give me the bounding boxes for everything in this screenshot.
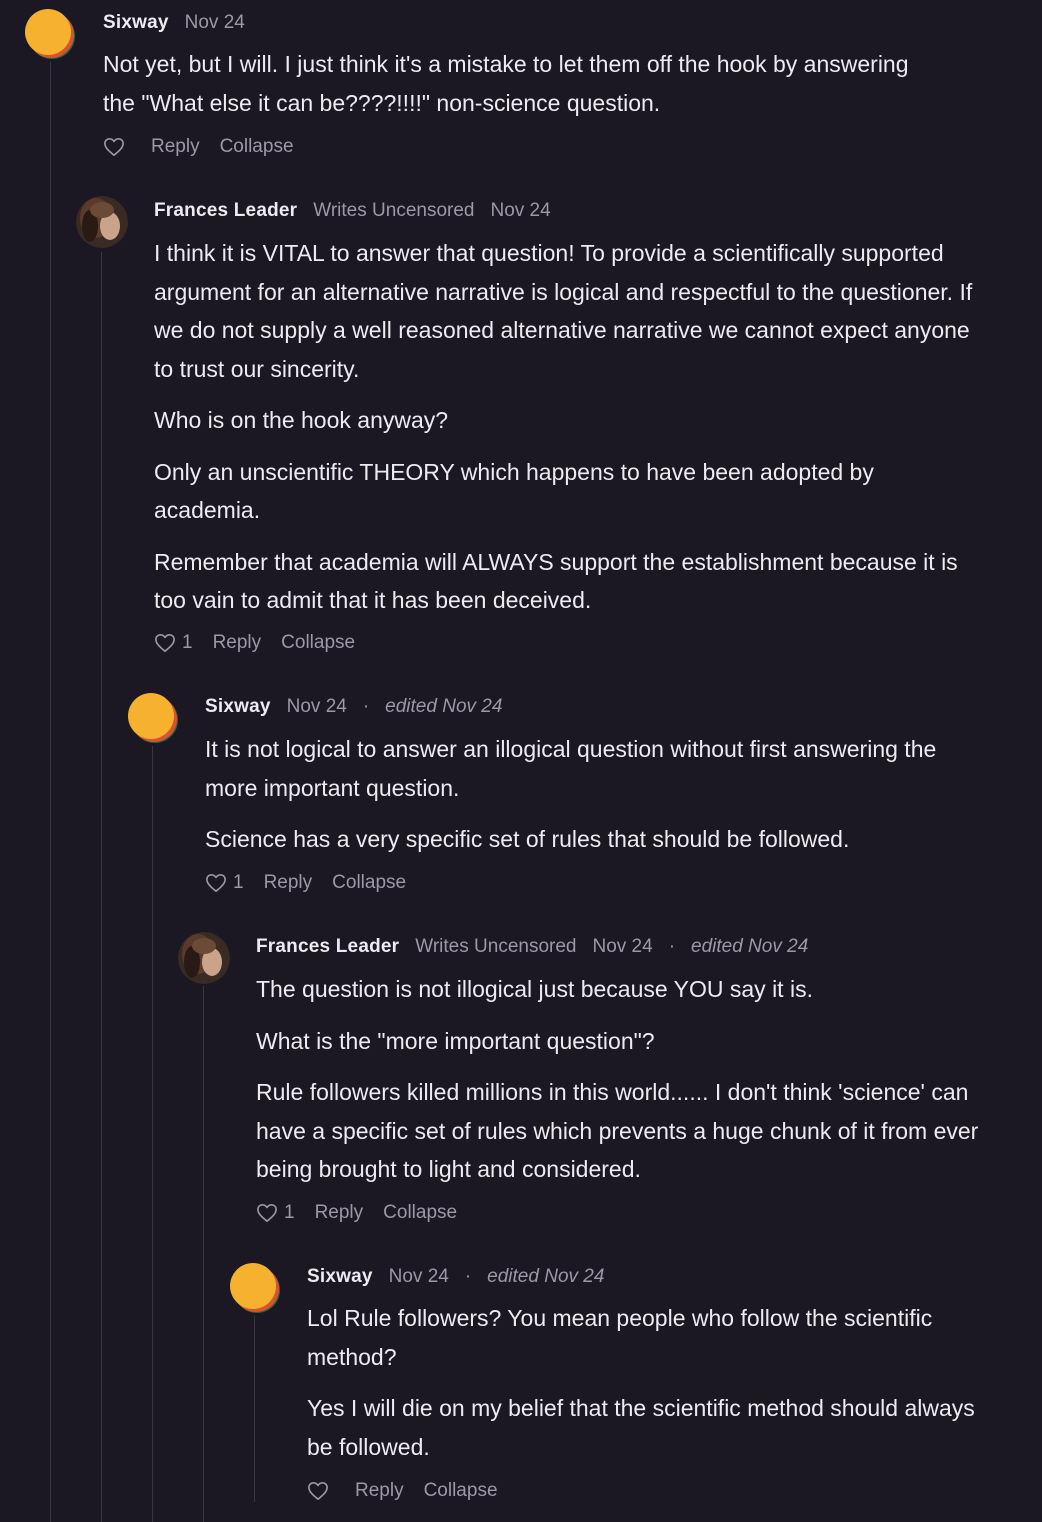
comment-body: I think it is VITAL to answer that quest… [154,234,984,633]
comment-paragraph: The question is not illogical just becau… [256,976,813,1002]
comment-paragraph: Only an unscientific THEORY which happen… [154,458,874,524]
like-heart-icon[interactable] [103,137,125,157]
author-name[interactable]: Sixway [103,12,169,33]
like-count: 1 [233,872,244,893]
thread-line[interactable] [254,1316,255,1502]
avatar[interactable] [127,692,179,744]
comment-actions: Reply Collapse [103,135,294,159]
collapse-button[interactable]: Collapse [383,1201,457,1225]
comment-body: Not yet, but I will. I just think it's a… [103,45,933,135]
comment-actions: Reply Collapse [307,1479,498,1503]
edited-label: edited Nov 24 [487,1266,605,1287]
author-name[interactable]: Frances Leader [256,936,399,957]
comment-paragraph: What is the "more important question"? [256,1027,655,1054]
comment-date[interactable]: Nov 24 [490,200,550,221]
photo-avatar-icon [178,932,230,984]
comment-paragraph: I think it is VITAL to answer that quest… [154,240,973,382]
collapse-button[interactable]: Collapse [220,135,294,159]
comment-date[interactable]: Nov 24 [185,12,245,33]
comment-actions: 1 Reply Collapse [256,1201,457,1225]
like-heart-icon[interactable] [256,1203,278,1223]
author-badge[interactable]: Writes Uncensored [415,936,576,957]
comment-paragraph: It is not logical to answer an illogical… [205,736,937,801]
avatar[interactable] [24,8,76,60]
separator-dot: · [362,696,370,717]
thread-line[interactable] [152,746,153,1522]
avatar[interactable] [178,932,230,984]
avatar[interactable] [76,196,128,248]
comment-actions: 1 Reply Collapse [154,631,355,655]
author-name[interactable]: Sixway [205,696,271,717]
separator-dot: · [464,1266,472,1287]
orange-circle-avatar-icon [24,8,76,60]
comment-header: Sixway Nov 24 [103,11,245,35]
reply-button[interactable]: Reply [315,1201,364,1225]
comment-date[interactable]: Nov 24 [592,936,652,957]
reply-button[interactable]: Reply [355,1479,404,1503]
collapse-button[interactable]: Collapse [281,631,355,655]
thread-line[interactable] [203,986,204,1522]
comment-paragraph: Science has a very specific set of rules… [205,826,850,852]
comment-header: Sixway Nov 24 · edited Nov 24 [307,1265,604,1289]
comment-header: Frances Leader Writes Uncensored Nov 24 [154,199,551,223]
thread-line[interactable] [101,252,102,1522]
reply-button[interactable]: Reply [264,871,313,895]
edited-label: edited Nov 24 [385,696,503,717]
comment-paragraph: Lol Rule followers? You mean people who … [307,1305,933,1370]
reply-button[interactable]: Reply [151,135,200,159]
author-name[interactable]: Sixway [307,1266,373,1287]
comment-thread: Sixway Nov 24 Not yet, but I will. I just… [0,0,1042,1522]
author-name[interactable]: Frances Leader [154,200,297,221]
orange-circle-avatar-icon [127,692,179,744]
avatar[interactable] [229,1262,281,1314]
author-badge[interactable]: Writes Uncensored [313,200,474,221]
comment-paragraph: Yes I will die on my belief that the sci… [307,1395,975,1460]
comment-body: Lol Rule followers? You mean people who … [307,1299,997,1479]
reply-button[interactable]: Reply [213,631,262,655]
like-heart-icon[interactable] [205,873,227,893]
comment-paragraph: Remember that academia will ALWAYS suppo… [154,548,958,614]
photo-avatar-icon [76,196,128,248]
edited-label: edited Nov 24 [691,936,809,957]
comment-body: It is not logical to answer an illogical… [205,730,985,872]
comment-paragraph: Who is on the hook anyway? [154,407,449,433]
like-count: 1 [182,632,193,653]
comment-date[interactable]: Nov 24 [287,696,347,717]
comment-date[interactable]: Nov 24 [389,1266,449,1287]
comment-body: The question is not illogical just becau… [256,970,986,1202]
collapse-button[interactable]: Collapse [424,1479,498,1503]
collapse-button[interactable]: Collapse [332,871,406,895]
comment-paragraph: Rule followers killed millions in this w… [256,1079,979,1182]
like-count: 1 [284,1202,295,1223]
separator-dot: · [668,936,676,957]
orange-circle-avatar-icon [229,1262,281,1314]
comment-paragraph: Not yet, but I will. I just think it's a… [103,51,909,116]
like-heart-icon[interactable] [307,1481,329,1501]
thread-line[interactable] [50,62,51,1522]
comment-header: Sixway Nov 24 · edited Nov 24 [205,695,502,719]
comment-header: Frances Leader Writes Uncensored Nov 24 · ed… [256,935,808,959]
like-heart-icon[interactable] [154,633,176,653]
comment-actions: 1 Reply Collapse [205,871,406,895]
